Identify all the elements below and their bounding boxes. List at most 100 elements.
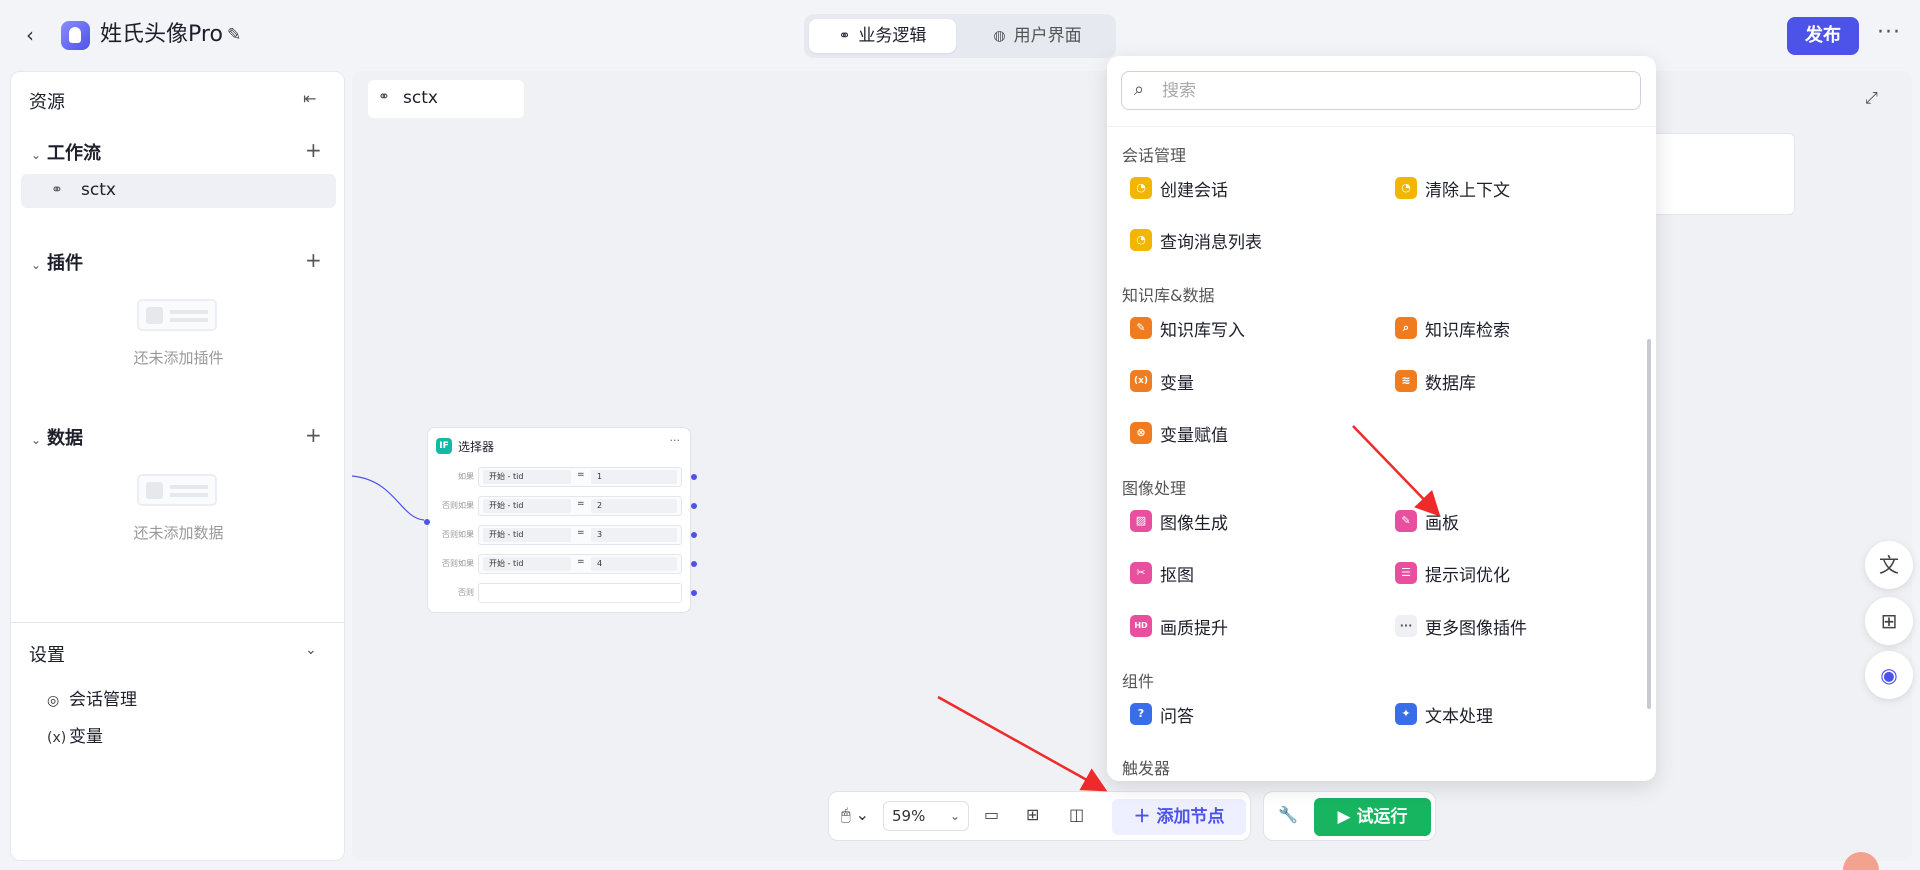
picker-item-knowledge-write[interactable]: ✎ 知识库写入 [1130, 313, 1245, 343]
edit-icon[interactable]: ✎ [227, 25, 247, 45]
chevron-down-icon[interactable]: ⌄ [305, 642, 317, 658]
else-box [478, 583, 682, 603]
condition-box[interactable]: 开始 - tid = 2 [478, 496, 682, 516]
database-icon: ≋ [1395, 370, 1417, 392]
mouse-mode-icon[interactable]: 🖱 ⌄ [841, 805, 869, 825]
condition-value: 4 [591, 557, 677, 571]
condition-row[interactable]: 否则如果 开始 - tid = 4 [428, 552, 697, 576]
picker-item-variable[interactable]: (x) 变量 [1130, 366, 1194, 396]
play-icon: ▶ [1337, 807, 1357, 827]
picker-item-label: 抠图 [1160, 565, 1194, 586]
sidebar-item-sctx[interactable]: ⚭ sctx [21, 174, 336, 208]
picker-item-canvas-board[interactable]: ✎ 画板 [1395, 506, 1459, 536]
empty-data-text: 还未添加数据 [133, 524, 224, 542]
minimap-icon[interactable]: ◫ [1069, 805, 1084, 824]
picker-search-input[interactable] [1162, 78, 1622, 103]
sidebar-item-label: sctx [81, 180, 116, 200]
picker-item-label: 问答 [1160, 706, 1194, 727]
output-port[interactable] [691, 561, 697, 567]
translate-icon[interactable]: 文 [1865, 541, 1913, 589]
picker-item-prompt-optimize[interactable]: ☰ 提示词优化 [1395, 558, 1510, 588]
add-workflow-button[interactable]: + [305, 138, 322, 162]
picker-item-query-messages[interactable]: ◔ 查询消息列表 [1130, 225, 1262, 255]
picker-item-more-image-plugins[interactable]: ··· 更多图像插件 [1395, 611, 1527, 641]
plus-icon: ＋ [1133, 807, 1157, 827]
picker-item-text-process[interactable]: ✦ 文本处理 [1395, 699, 1493, 729]
tab-business-logic[interactable]: ⚭ 业务逻辑 [809, 19, 956, 53]
picker-item-create-session[interactable]: ◔ 创建会话 [1130, 173, 1228, 203]
add-data-button[interactable]: + [305, 423, 322, 447]
publish-button[interactable]: 发布 [1787, 17, 1859, 55]
picker-item-cutout[interactable]: ✂ 抠图 [1130, 558, 1194, 588]
view-switcher: ⚭ 业务逻辑 ◍ 用户界面 [804, 14, 1116, 58]
picker-item-label: 查询消息列表 [1160, 232, 1262, 253]
more-options-icon[interactable]: ··· [1877, 20, 1901, 45]
condition-variable: 开始 - tid [483, 499, 571, 513]
picker-item-database[interactable]: ≋ 数据库 [1395, 366, 1476, 396]
node-header: IF 选择器 [436, 436, 494, 456]
comment-icon[interactable]: ▭ [984, 805, 999, 824]
zoom-value: 59% [892, 807, 926, 825]
condition-variable: 开始 - tid [483, 528, 571, 542]
fullscreen-icon[interactable]: ⤢ [1865, 88, 1878, 108]
knowledge-search-icon: ⌕ [1395, 317, 1417, 339]
section-data[interactable]: ⌄ 数据 [31, 424, 83, 450]
condition-row[interactable]: 否则如果 开始 - tid = 3 [428, 523, 697, 547]
workflow-tab[interactable]: ⚭ sctx [368, 80, 524, 118]
chevron-down-icon: ⌄ [31, 258, 42, 272]
settings-item-session[interactable]: ◎ 会话管理 [47, 685, 137, 710]
output-port[interactable] [691, 503, 697, 509]
wrench-icon[interactable]: 🔧 [1278, 805, 1298, 824]
condition-row[interactable]: 否则如果 开始 - tid = 2 [428, 494, 697, 518]
section-workflow-label: 工作流 [47, 143, 101, 164]
condition-value: 1 [591, 470, 677, 484]
else-row[interactable]: 否则 [428, 581, 697, 605]
output-port[interactable] [691, 532, 697, 538]
add-plugin-button[interactable]: + [305, 248, 322, 272]
condition-box[interactable]: 开始 - tid = 3 [478, 525, 682, 545]
category-image: 图像处理 [1122, 479, 1187, 498]
picker-item-label: 变量赋值 [1160, 425, 1228, 446]
resources-sidebar: 资源 ⇤ ⌄ 工作流 + ⚭ sctx ⌄ 插件 + 还未添加插件 ⌄ 数据 + 还未… [10, 71, 345, 861]
section-workflow[interactable]: ⌄ 工作流 [31, 139, 101, 165]
condition-box[interactable]: 开始 - tid = 1 [478, 467, 682, 487]
output-port[interactable] [691, 474, 697, 480]
condition-label: 否则如果 [442, 530, 474, 539]
background-node-card[interactable] [1640, 133, 1795, 215]
zoom-select[interactable]: 59% ⌄ [883, 801, 969, 831]
hd-icon: HD [1130, 615, 1152, 637]
condition-box[interactable]: 开始 - tid = 4 [478, 554, 682, 574]
settings-item-variable[interactable]: (x) 变量 [47, 722, 103, 747]
picker-item-knowledge-search[interactable]: ⌕ 知识库检索 [1395, 313, 1510, 343]
run-bar: 🔧 ▶ 试运行 [1263, 791, 1436, 841]
picker-scrollbar[interactable] [1647, 339, 1651, 709]
prompt-optimize-icon: ☰ [1395, 562, 1417, 584]
collapse-sidebar-icon[interactable]: ⇤ [303, 89, 316, 108]
apps-grid-icon[interactable]: ⊞ [1865, 597, 1913, 645]
tab-user-interface[interactable]: ◍ 用户界面 [964, 19, 1111, 53]
category-triggers: 触发器 [1122, 759, 1171, 778]
category-components: 组件 [1122, 672, 1155, 691]
picker-item-quality-upscale[interactable]: HD 画质提升 [1130, 611, 1228, 641]
condition-operator: = [577, 528, 585, 538]
condition-value: 2 [591, 499, 677, 513]
node-more-icon[interactable]: ··· [670, 434, 681, 447]
layout-icon[interactable]: ⊞ [1026, 805, 1039, 824]
condition-row[interactable]: 如果 开始 - tid = 1 [428, 465, 697, 489]
test-run-button[interactable]: ▶ 试运行 [1314, 798, 1431, 836]
workflow-icon: ⚭ [51, 182, 63, 198]
picker-search-box[interactable]: ⌕ [1121, 71, 1641, 110]
picker-item-variable-assign[interactable]: ⊗ 变量赋值 [1130, 418, 1228, 448]
picker-item-image-generate[interactable]: ▨ 图像生成 [1130, 506, 1228, 536]
picker-item-clear-context[interactable]: ◔ 清除上下文 [1395, 173, 1510, 203]
section-plugins[interactable]: ⌄ 插件 [31, 249, 83, 275]
back-arrow-icon[interactable]: ‹ [26, 24, 46, 46]
assistant-bot-icon[interactable]: ◉ [1865, 651, 1913, 699]
output-port[interactable] [691, 590, 697, 596]
category-session: 会话管理 [1122, 146, 1187, 165]
selector-node[interactable]: IF 选择器 ··· 如果 开始 - tid = 1 否则如果 开始 - tid… [424, 427, 697, 613]
else-label: 否则 [458, 588, 474, 597]
picker-item-label: 清除上下文 [1425, 180, 1510, 201]
picker-item-qa[interactable]: ? 问答 [1130, 699, 1194, 729]
add-node-button[interactable]: ＋ 添加节点 [1112, 799, 1246, 835]
